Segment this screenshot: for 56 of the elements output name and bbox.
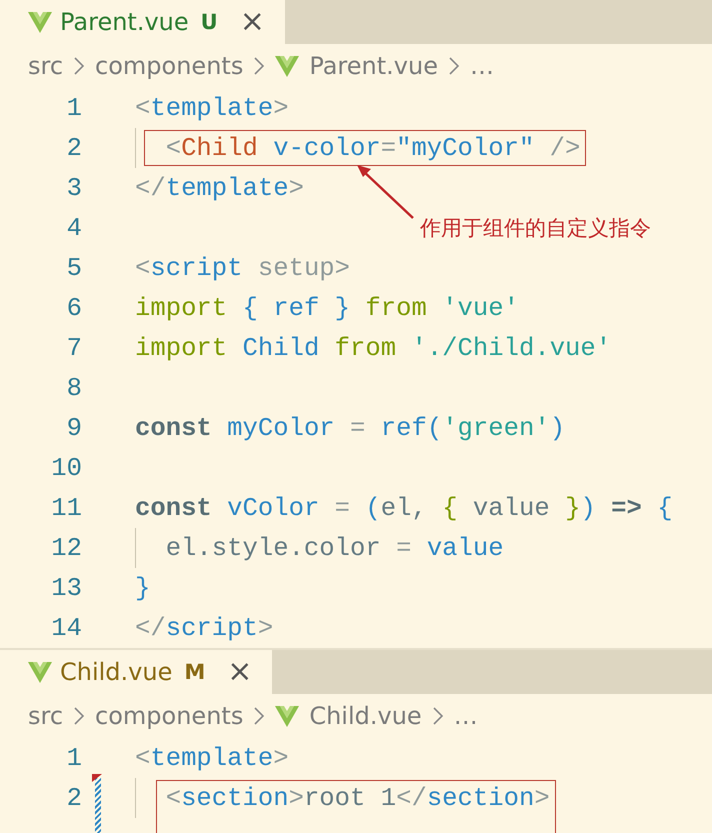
breadcrumb-folder[interactable]: src [28,52,64,80]
line-number: 5 [66,254,82,282]
vue-icon [275,706,300,726]
breadcrumb-more[interactable]: … [470,52,494,80]
breadcrumb-folder[interactable]: components [95,702,244,730]
code-line: <template> [135,94,289,122]
line-number: 11 [50,494,82,522]
chevron-icon [432,706,444,726]
file-tab[interactable]: Parent.vue U × [0,0,285,44]
code-line: </template> [135,174,304,202]
file-tab[interactable]: Child.vue M × [0,650,272,694]
breadcrumb-folder[interactable]: src [28,702,64,730]
line-number: 1 [66,744,82,772]
chevron-icon [73,706,86,726]
breadcrumb-file[interactable]: Child.vue [275,702,422,730]
tab-label: Child.vue [60,658,172,686]
vue-icon [28,12,52,32]
chevron-icon [448,56,460,76]
line-number: 14 [50,614,82,642]
close-icon[interactable]: × [227,657,252,687]
code-line: </script> [135,614,274,642]
close-icon[interactable]: × [240,7,265,37]
line-number: 4 [66,214,82,242]
code-line: <section>root 1</section> [166,784,550,812]
code-line: import { ref } from 'vue' [135,294,519,322]
line-number: 8 [66,374,82,402]
line-number: 6 [66,294,82,322]
chevron-icon [73,56,86,76]
code-line: <template> [135,744,289,772]
breadcrumb-file[interactable]: Parent.vue [275,52,438,80]
code-line: } [135,574,150,602]
code-line: el.style.color = value [166,534,504,562]
line-number: 12 [50,534,82,562]
code-line: <Child v-color="myColor" /> [166,134,580,162]
code-line: import Child from './Child.vue' [135,334,612,362]
chevron-icon [253,56,266,76]
code-line: const vColor = (el, { value }) => { [135,494,673,522]
line-number: 2 [66,134,82,162]
code-line: const myColor = ref('green') [135,414,566,442]
code-line: <script setup> [135,254,350,282]
vue-icon [275,56,300,76]
chevron-icon [253,706,266,726]
line-number: 3 [66,174,82,202]
line-number: 9 [66,414,82,442]
line-number: 7 [66,334,82,362]
line-number: 2 [66,784,82,812]
annotation-text: 作用于组件的自定义指令 [420,215,651,242]
breadcrumb-more[interactable]: … [454,702,478,730]
breadcrumb-folder[interactable]: components [95,52,244,80]
git-status: M [184,660,206,684]
line-number: 1 [66,94,82,122]
vue-icon [28,662,52,682]
line-number: 10 [50,454,82,482]
git-status: U [200,10,218,34]
tab-label: Parent.vue [60,8,189,36]
line-number: 13 [50,574,82,602]
